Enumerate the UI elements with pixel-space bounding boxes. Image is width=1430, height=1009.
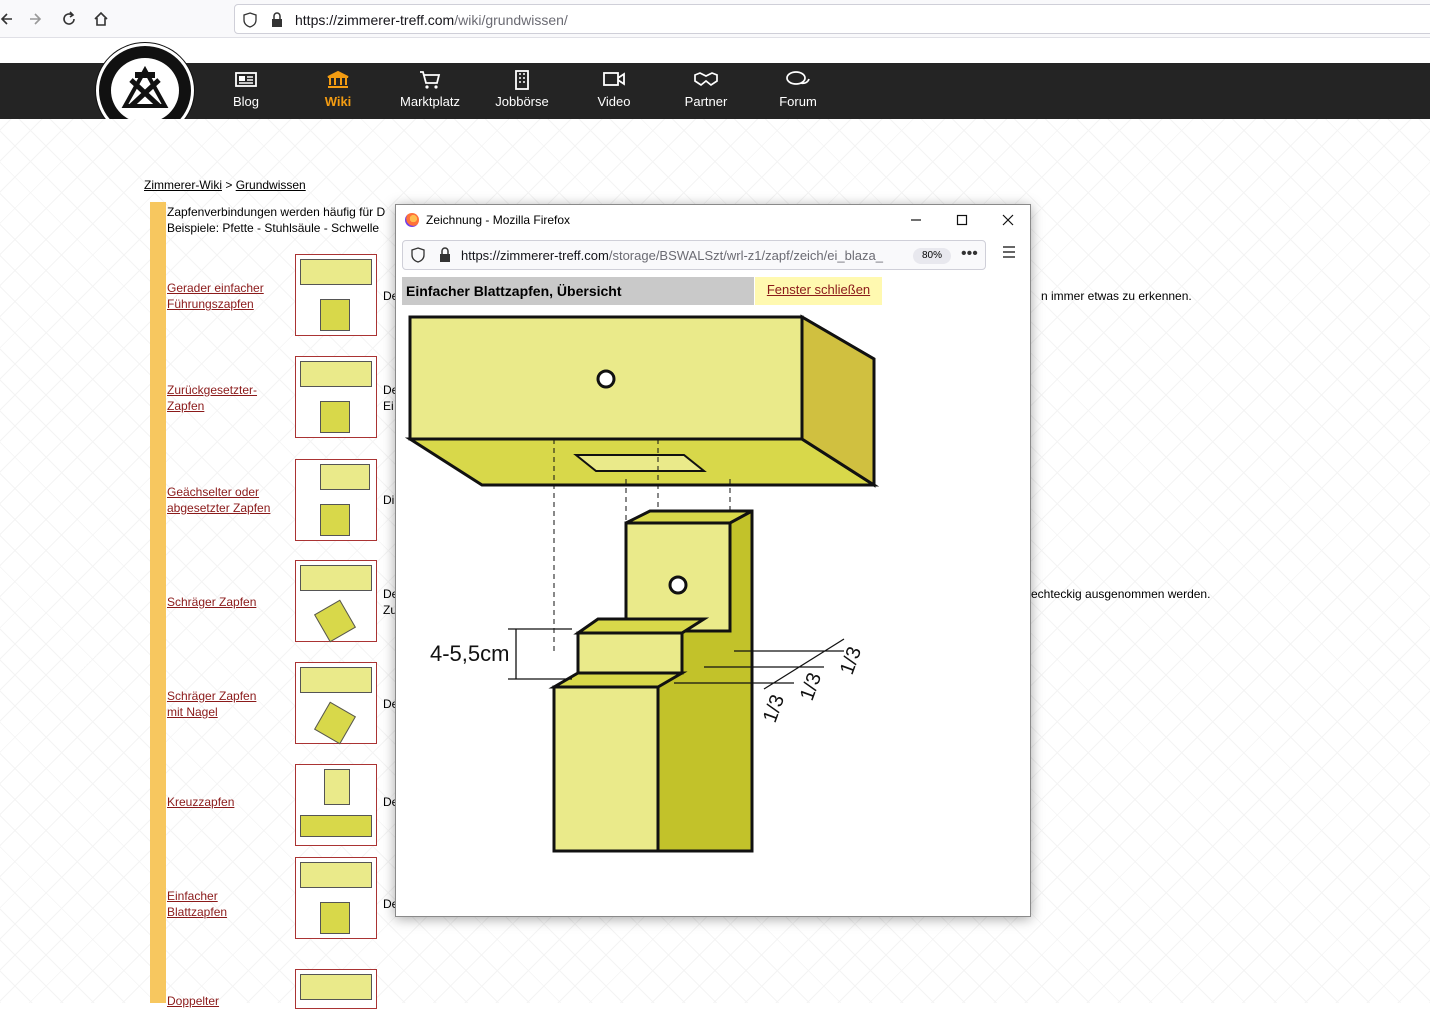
intro-text: Zapfenverbindungen werden häufig für D B… bbox=[167, 204, 397, 236]
lock-icon[interactable] bbox=[439, 247, 451, 266]
link-einfacher-blattzapfen[interactable]: Einfacher Blattzapfen bbox=[167, 888, 227, 920]
sidebar-accent-bar bbox=[150, 202, 166, 1003]
nav-wiki-label: Wiki bbox=[324, 94, 352, 109]
maximize-icon[interactable] bbox=[952, 211, 972, 229]
thumbnail-doppelter[interactable] bbox=[295, 969, 377, 1009]
video-camera-icon bbox=[574, 70, 654, 92]
step-front bbox=[576, 631, 684, 675]
link-schraeger-zapfen-nagel[interactable]: Schräger Zapfen mit Nagel bbox=[167, 688, 256, 720]
breadcrumb-separator: > bbox=[225, 178, 233, 192]
institution-icon bbox=[298, 70, 378, 92]
post-top bbox=[548, 671, 688, 689]
link-kreuzzapfen[interactable]: Kreuzzapfen bbox=[167, 794, 234, 810]
thumbnail-einfacher-blattzapfen[interactable] bbox=[295, 857, 377, 939]
thumbnail-kreuzzapfen[interactable] bbox=[295, 764, 377, 846]
nav-blog[interactable]: Blog bbox=[206, 70, 286, 109]
right-text-1: n immer etwas zu erkennen. bbox=[1041, 289, 1192, 303]
row-text-3: Di bbox=[383, 493, 395, 507]
nav-video[interactable]: Video bbox=[574, 70, 654, 109]
browser-toolbar: https://zimmerer-treff.com/wiki/grundwis… bbox=[0, 0, 1430, 38]
shield-icon[interactable] bbox=[243, 12, 257, 31]
step-top bbox=[573, 617, 710, 635]
popup-address-bar[interactable]: https://zimmerer-treff.com/storage/BSWAL… bbox=[402, 240, 986, 270]
thumbnail-schraeger-zapfen-nagel[interactable] bbox=[295, 662, 377, 745]
firefox-icon bbox=[405, 213, 419, 227]
link-geaechselter-zapfen[interactable]: Geächselter oder abgesetzter Zapfen bbox=[167, 484, 270, 516]
nav-marktplatz-label: Marktplatz bbox=[400, 94, 460, 109]
intro-line-2: Beispiele: Pfette - Stuhlsäule - Schwell… bbox=[167, 221, 380, 235]
dimension-line bbox=[508, 628, 572, 680]
minimize-icon[interactable] bbox=[906, 211, 926, 229]
nav-marktplatz[interactable]: Marktplatz bbox=[390, 70, 470, 109]
tenon-top bbox=[625, 509, 753, 525]
nav-partner[interactable]: Partner bbox=[666, 70, 746, 109]
home-icon[interactable] bbox=[88, 6, 114, 32]
close-icon[interactable] bbox=[998, 211, 1018, 229]
breadcrumb-root-link[interactable]: Zimmerer-Wiki bbox=[144, 178, 222, 192]
post-front bbox=[552, 685, 660, 853]
nav-video-label: Video bbox=[597, 94, 631, 109]
peg-hole-beam bbox=[596, 369, 616, 389]
forward-icon[interactable] bbox=[24, 6, 50, 32]
reload-icon[interactable] bbox=[56, 6, 82, 32]
thumbnail-zurueckgesetzter-zapfen[interactable] bbox=[295, 356, 377, 438]
close-window-link[interactable]: Fenster schließen bbox=[755, 277, 882, 305]
nav-forum[interactable]: Forum bbox=[758, 70, 838, 109]
fraction-label-1: 1/3 bbox=[759, 692, 789, 726]
popup-title: Zeichnung - Mozilla Firefox bbox=[426, 213, 571, 227]
mortise-hole bbox=[573, 454, 707, 472]
dimension-label: 4-5,5cm bbox=[430, 641, 509, 666]
drawing-heading: Einfacher Blattzapfen, Übersicht bbox=[402, 277, 754, 305]
thumbnail-gerader-fuehrungszapfen[interactable] bbox=[295, 254, 377, 336]
shield-icon[interactable] bbox=[411, 247, 425, 266]
popup-titlebar[interactable]: Zeichnung - Mozilla Firefox bbox=[396, 205, 1030, 235]
nav-blog-label: Blog bbox=[232, 94, 260, 109]
peg-hole-tenon bbox=[668, 575, 688, 595]
building-icon bbox=[482, 70, 562, 92]
link-gerader-fuehrungszapfen[interactable]: Gerader einfacher Führungszapfen bbox=[167, 280, 264, 312]
popup-url-text[interactable]: https://zimmerer-treff.com/storage/BSWAL… bbox=[461, 248, 911, 263]
lock-icon[interactable] bbox=[271, 12, 283, 31]
thumbnail-geaechselter-zapfen[interactable] bbox=[295, 459, 377, 541]
popup-window: Zeichnung - Mozilla Firefox https://zimm… bbox=[395, 204, 1031, 917]
menu-icon[interactable] bbox=[1002, 245, 1016, 263]
nav-wiki[interactable]: Wiki bbox=[298, 70, 378, 109]
more-actions-icon[interactable]: ••• bbox=[961, 245, 978, 263]
intro-line-1: Zapfenverbindungen werden häufig für D bbox=[167, 205, 386, 219]
fraction-label-3: 1/3 bbox=[836, 644, 866, 678]
comments-icon bbox=[758, 70, 838, 92]
breadcrumb: Zimmerer-Wiki > Grundwissen bbox=[144, 178, 306, 192]
nav-jobboerse-label: Jobbörse bbox=[495, 94, 549, 109]
handshake-icon bbox=[666, 70, 746, 92]
thumbnail-schraeger-zapfen[interactable] bbox=[295, 560, 377, 643]
back-icon[interactable] bbox=[0, 6, 18, 32]
nav-jobboerse[interactable]: Jobbörse bbox=[482, 70, 562, 109]
tenon-drawing: 4-5,5cm 1/3 1/3 1/3 bbox=[404, 314, 880, 853]
right-text-2: echteckig ausgenommen werden. bbox=[1031, 587, 1211, 601]
logo-emblem bbox=[111, 58, 179, 123]
url-text[interactable]: https://zimmerer-treff.com/wiki/grundwis… bbox=[295, 12, 568, 28]
zoom-badge[interactable]: 80% bbox=[913, 248, 951, 264]
link-zurueckgesetzter-zapfen[interactable]: Zurückgesetzter- Zapfen bbox=[167, 382, 257, 414]
link-doppelter[interactable]: Doppelter bbox=[167, 993, 219, 1009]
newspaper-icon bbox=[206, 70, 286, 92]
address-bar[interactable]: https://zimmerer-treff.com/wiki/grundwis… bbox=[234, 4, 1430, 34]
link-schraeger-zapfen[interactable]: Schräger Zapfen bbox=[167, 594, 256, 610]
nav-partner-label: Partner bbox=[684, 94, 728, 109]
breadcrumb-current-link[interactable]: Grundwissen bbox=[236, 178, 306, 192]
nav-forum-label: Forum bbox=[779, 94, 817, 109]
cart-icon bbox=[390, 70, 470, 92]
fraction-label-2: 1/3 bbox=[796, 670, 826, 704]
